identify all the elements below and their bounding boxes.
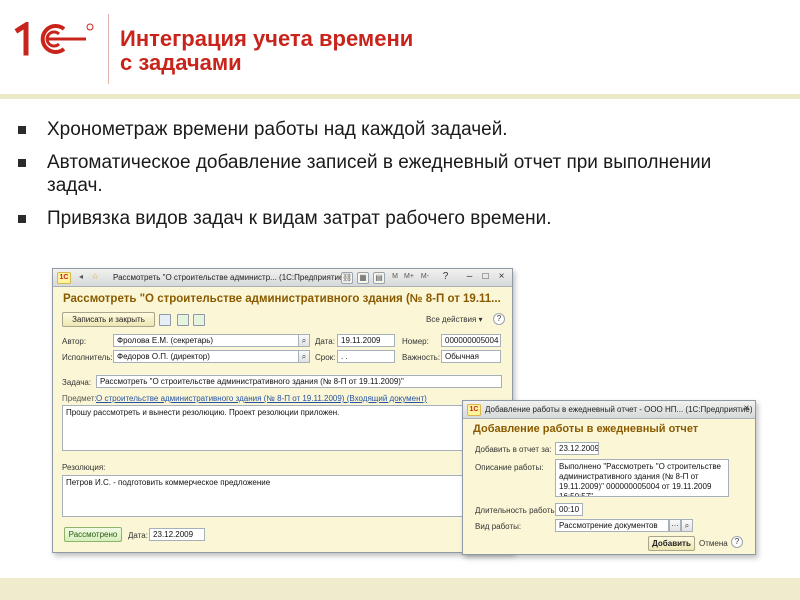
slide-title: Интеграция учета времени с задачами bbox=[120, 27, 540, 75]
close-icon[interactable]: × bbox=[740, 403, 753, 416]
add-work-window: 1С Добавление работы в ежедневный отчет … bbox=[462, 400, 756, 555]
favorite-star-icon[interactable]: ☆ bbox=[89, 272, 101, 284]
number-field[interactable]: 000000005004 bbox=[441, 334, 501, 347]
subject-label: Предмет: bbox=[62, 394, 97, 403]
executor-field[interactable]: Федоров О.П. (директор) bbox=[113, 350, 299, 363]
header-divider bbox=[108, 14, 109, 84]
cancel-button[interactable]: Отмена bbox=[699, 539, 728, 548]
task-window: 1С ◂ ☆ Рассмотреть "О строительстве адми… bbox=[52, 268, 513, 553]
work-type-select-icon[interactable]: … bbox=[669, 519, 681, 532]
deadline-label: Срок: bbox=[315, 353, 336, 362]
work-type-field[interactable]: Рассмотрение документов bbox=[555, 519, 669, 532]
bottom-date-label: Дата: bbox=[128, 531, 148, 540]
reviewed-button[interactable]: Рассмотрено bbox=[64, 527, 122, 542]
author-label: Автор: bbox=[62, 337, 87, 346]
header-rule bbox=[0, 94, 800, 99]
date-field[interactable]: 19.11.2009 bbox=[337, 334, 395, 347]
author-search-icon[interactable]: ⌕ bbox=[298, 334, 310, 347]
bottom-date-field[interactable]: 23.12.2009 bbox=[149, 528, 205, 541]
executor-search-icon[interactable]: ⌕ bbox=[298, 350, 310, 363]
add-button[interactable]: Добавить bbox=[648, 536, 695, 551]
back-icon[interactable]: ◂ bbox=[75, 272, 87, 284]
memory-plus-icon[interactable]: M+ bbox=[403, 272, 415, 284]
add-to-report-label: Добавить в отчет за: bbox=[475, 445, 552, 454]
task-window-titlebar[interactable]: 1С ◂ ☆ Рассмотреть "О строительстве адми… bbox=[53, 269, 512, 287]
task-form-title: Рассмотреть "О строительстве администрат… bbox=[63, 293, 501, 305]
date-label: Дата: bbox=[315, 337, 335, 346]
calendar-icon[interactable]: ▦ bbox=[357, 272, 369, 284]
author-field[interactable]: Фролова Е.М. (секретарь) bbox=[113, 334, 299, 347]
deadline-field[interactable]: . . bbox=[337, 350, 395, 363]
bullet-item: Автоматическое добавление записей в ежед… bbox=[18, 151, 718, 197]
add-work-form-title: Добавление работы в ежедневный отчет bbox=[473, 423, 699, 435]
bullet-item: Привязка видов задач к видам затрат рабо… bbox=[18, 207, 758, 230]
bullet-item: Хронометраж времени работы над каждой за… bbox=[18, 118, 758, 141]
calculator-icon[interactable]: ▤ bbox=[373, 272, 385, 284]
bullet-square-icon bbox=[18, 126, 26, 134]
maximize-icon[interactable]: □ bbox=[479, 271, 492, 284]
work-description-textarea[interactable]: Выполнено "Рассмотреть "О строительстве … bbox=[555, 459, 729, 497]
link-icon[interactable]: ⛓ bbox=[341, 272, 353, 284]
all-actions-menu[interactable]: Все действия ▾ bbox=[426, 315, 483, 324]
task-label: Задача: bbox=[62, 378, 92, 387]
footer-band bbox=[0, 578, 800, 600]
work-type-label: Вид работы: bbox=[475, 522, 522, 531]
form-help-icon[interactable]: ? bbox=[493, 313, 505, 325]
save-and-close-button[interactable]: Записать и закрыть bbox=[62, 312, 155, 327]
work-type-search-icon[interactable]: ⌕ bbox=[681, 519, 693, 532]
add-work-window-title: Добавление работы в ежедневный отчет - О… bbox=[485, 405, 753, 414]
add-work-titlebar[interactable]: 1С Добавление работы в ежедневный отчет … bbox=[463, 401, 755, 419]
description-textarea[interactable]: Прошу рассмотреть и вынести резолюцию. П… bbox=[62, 405, 502, 451]
subject-link[interactable]: О строительстве административного здания… bbox=[96, 394, 427, 403]
slide-title-line1: Интеграция учета времени bbox=[120, 26, 414, 51]
minimize-icon[interactable]: – bbox=[463, 271, 476, 284]
resolution-textarea[interactable]: Петров И.С. - подготовить коммерческое п… bbox=[62, 475, 502, 517]
app-1c-icon[interactable]: 1С bbox=[467, 404, 481, 416]
save-icon[interactable] bbox=[159, 314, 171, 326]
slide-title-line2: с задачами bbox=[120, 50, 242, 75]
close-icon[interactable]: × bbox=[495, 271, 508, 284]
add-subordinate-icon[interactable] bbox=[193, 314, 205, 326]
number-label: Номер: bbox=[402, 337, 429, 346]
1c-logo bbox=[14, 20, 94, 56]
task-field[interactable]: Рассмотреть "О строительстве администрат… bbox=[96, 375, 502, 388]
app-1c-icon[interactable]: 1С bbox=[57, 272, 71, 284]
resolution-label: Резолюция: bbox=[62, 463, 106, 472]
bullet-list: Хронометраж времени работы над каждой за… bbox=[18, 118, 758, 240]
duration-label: Длительность работы: bbox=[475, 506, 559, 515]
task-window-title: Рассмотреть "О строительстве администр..… bbox=[113, 273, 347, 282]
bullet-square-icon bbox=[18, 215, 26, 223]
form-help-icon[interactable]: ? bbox=[731, 536, 743, 548]
add-to-report-date-field[interactable]: 23.12.2009 bbox=[555, 442, 599, 455]
structure-icon[interactable] bbox=[177, 314, 189, 326]
memory-minus-icon[interactable]: M- bbox=[419, 272, 431, 284]
executor-label: Исполнитель: bbox=[62, 353, 113, 362]
bullet-square-icon bbox=[18, 159, 26, 167]
importance-field[interactable]: Обычная bbox=[441, 350, 501, 363]
importance-label: Важность: bbox=[402, 353, 441, 362]
duration-field[interactable]: 00:10 bbox=[555, 503, 583, 516]
work-description-label: Описание работы: bbox=[475, 463, 544, 472]
help-icon[interactable]: ? bbox=[439, 271, 452, 284]
memory-icon[interactable]: M bbox=[389, 272, 401, 284]
